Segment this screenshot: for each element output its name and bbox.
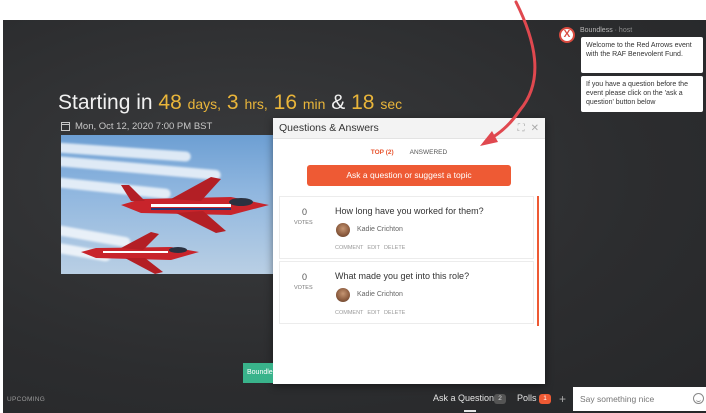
question-author: Kadie Crichton	[357, 226, 403, 233]
polls-count-badge: 1	[539, 394, 551, 404]
red-arrow-jet	[121, 177, 269, 233]
active-tab-indicator	[464, 410, 476, 412]
qa-title: Questions & Answers	[279, 122, 379, 134]
countdown-minutes-unit: min	[302, 96, 326, 112]
countdown-hours: 3	[226, 91, 239, 114]
comment-button[interactable]: COMMENT	[335, 245, 363, 251]
ask-question-tab[interactable]: Ask a Question	[433, 393, 494, 403]
chat-message: Welcome to the Red Arrows event with the…	[581, 37, 703, 73]
chat-message: If you have a question before the event …	[581, 76, 703, 112]
edit-button[interactable]: EDIT	[367, 245, 380, 251]
comment-button[interactable]: COMMENT	[335, 310, 363, 316]
edit-button[interactable]: EDIT	[367, 310, 380, 316]
countdown-minutes: 16	[273, 91, 297, 114]
chat-input[interactable]	[573, 387, 706, 411]
event-banner-image	[61, 135, 273, 274]
ask-question-button[interactable]: Ask a question or suggest a topic	[307, 165, 511, 186]
question-list: 0 VOTES How long have you worked for the…	[279, 196, 539, 326]
user-avatar	[336, 223, 350, 237]
calendar-icon	[61, 122, 70, 131]
question-item: 0 VOTES How long have you worked for the…	[279, 196, 534, 259]
question-actions: COMMENT EDIT DELETE	[335, 310, 405, 316]
host-logo-icon: X	[559, 27, 575, 43]
countdown-days-unit: days,	[187, 96, 222, 112]
vote-label: VOTES	[294, 220, 313, 226]
boundless-button[interactable]: Boundless	[243, 363, 273, 383]
qa-tabs: TOP (2) ANSWERED	[273, 149, 545, 156]
question-text: How long have you worked for them?	[335, 206, 484, 216]
host-name-text: Boundless	[580, 27, 613, 34]
vote-count[interactable]: 0	[302, 207, 307, 217]
countdown-days: 48	[158, 91, 182, 114]
host-name: Boundless · host	[580, 27, 632, 34]
question-text: What made you get into this role?	[335, 271, 470, 281]
tab-answered[interactable]: ANSWERED	[410, 149, 448, 156]
event-date: Mon, Oct 12, 2020 7:00 PM BST	[61, 121, 212, 132]
qa-panel: Questions & Answers ⛶ ✕ TOP (2) ANSWERED…	[273, 118, 545, 384]
countdown-seconds-unit: sec	[380, 96, 403, 112]
plus-icon[interactable]: +	[559, 392, 566, 406]
question-author: Kadie Crichton	[357, 291, 403, 298]
countdown-ampersand: &	[331, 91, 346, 114]
tab-top[interactable]: TOP (2)	[371, 149, 394, 156]
host-role: · host	[614, 27, 633, 34]
question-actions: COMMENT EDIT DELETE	[335, 245, 405, 251]
vote-label: VOTES	[294, 285, 313, 291]
event-date-text: Mon, Oct 12, 2020 7:00 PM BST	[75, 121, 213, 132]
close-icon[interactable]: ✕	[531, 123, 539, 134]
countdown-hours-unit: hrs,	[244, 96, 268, 112]
vote-count[interactable]: 0	[302, 272, 307, 282]
countdown-prefix: Starting in	[58, 91, 153, 114]
qa-window-controls: ⛶ ✕	[518, 123, 539, 134]
event-status: UPCOMING	[7, 396, 46, 403]
ask-question-count-badge: 2	[494, 394, 506, 404]
question-item: 0 VOTES What made you get into this role…	[279, 261, 534, 324]
smile-icon[interactable]	[693, 393, 704, 404]
expand-icon[interactable]: ⛶	[518, 123, 525, 134]
red-arrow-jet	[81, 232, 199, 274]
polls-tab[interactable]: Polls	[517, 393, 537, 403]
delete-button[interactable]: DELETE	[384, 310, 405, 316]
delete-button[interactable]: DELETE	[384, 245, 405, 251]
user-avatar	[336, 288, 350, 302]
countdown-seconds: 18	[351, 91, 375, 114]
countdown-timer: Starting in 48 days, 3 hrs, 16 min & 18 …	[58, 91, 402, 115]
qa-header: Questions & Answers ⛶ ✕	[273, 118, 545, 139]
